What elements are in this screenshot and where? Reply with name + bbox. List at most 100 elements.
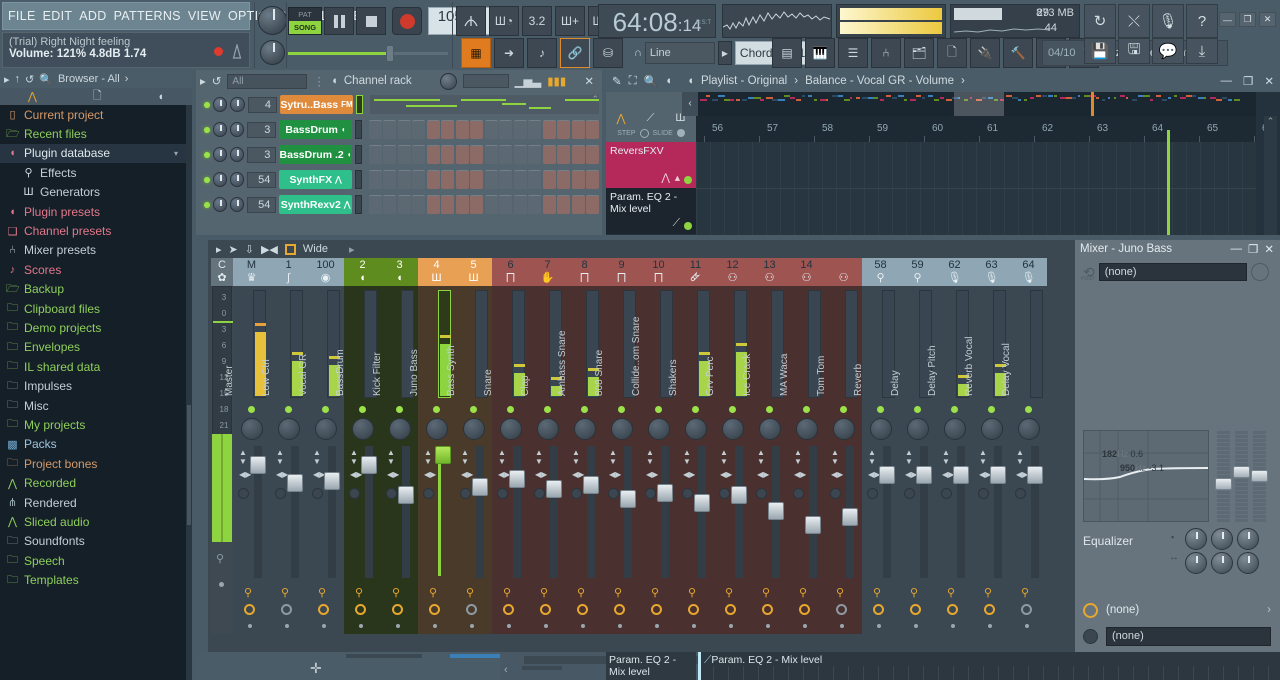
channel-mixer-track[interactable]: 4 bbox=[248, 97, 277, 113]
strip-fader[interactable] bbox=[694, 494, 710, 512]
strip-small-knob[interactable] bbox=[719, 488, 730, 499]
strip-small-knob[interactable] bbox=[238, 488, 249, 499]
snap-select[interactable]: Line bbox=[645, 42, 715, 64]
eye-icon[interactable]: ◉ bbox=[307, 272, 344, 286]
strip-stereo-sep-icon[interactable]: ▲▼ bbox=[239, 448, 247, 466]
mixer-window-icon[interactable]: ⑃ bbox=[871, 38, 901, 68]
rack-input-select[interactable]: (none) bbox=[1099, 263, 1247, 281]
rack-maximize-button[interactable]: ❐ bbox=[1248, 242, 1264, 256]
eq-curve-graph[interactable]: 182Hz 0.6 950Hz -3.1 bbox=[1083, 430, 1209, 522]
step-button[interactable] bbox=[398, 170, 411, 189]
browser-scrollbar[interactable] bbox=[186, 105, 192, 680]
strip-bulb-icon[interactable]: ⚲ bbox=[762, 586, 770, 599]
step-button[interactable] bbox=[369, 170, 382, 189]
step-button[interactable] bbox=[456, 120, 469, 139]
pl-tab-automation-icon[interactable]: ⟋ bbox=[647, 112, 655, 125]
strip-pan-arrows-icon[interactable]: ◀▶ bbox=[461, 470, 473, 479]
strip-fader[interactable] bbox=[879, 466, 895, 484]
strip-fader[interactable] bbox=[435, 446, 451, 464]
strip-name[interactable]: 808 Snare bbox=[594, 296, 605, 396]
mixer-strip-list[interactable]: C✿3036912151821⚲M♛Master▲▼◀▶⚲▲1∫Low Ctrl… bbox=[211, 258, 1077, 634]
strip-stereo-sep-icon[interactable]: ▲▼ bbox=[498, 448, 506, 466]
browser-item-project-bones[interactable]: 🗀Project bones bbox=[0, 454, 186, 473]
strip-name[interactable]: Kick Filter bbox=[372, 296, 383, 396]
step-sequencer[interactable] bbox=[369, 120, 599, 139]
drum-icon[interactable]: ⨅ bbox=[603, 272, 640, 286]
step-button[interactable] bbox=[557, 170, 570, 189]
channel-name-button[interactable]: SynthFX ⋀ bbox=[279, 170, 351, 189]
strip-pan-knob[interactable] bbox=[722, 418, 744, 440]
eq-knob-6[interactable] bbox=[1237, 552, 1259, 574]
strip-fader[interactable] bbox=[768, 502, 784, 520]
strip-enable-led[interactable] bbox=[729, 406, 736, 413]
download-icon[interactable]: ⤓ bbox=[1186, 38, 1218, 64]
strip-stereo-sep-icon[interactable]: ▲▼ bbox=[905, 448, 913, 466]
channel-row[interactable]: 3BassDrum .2 ◖ bbox=[199, 142, 599, 167]
strip-enable-led[interactable] bbox=[359, 406, 366, 413]
strip-small-knob[interactable] bbox=[423, 488, 434, 499]
strip-stereo-sep-icon[interactable]: ▲▼ bbox=[868, 448, 876, 466]
master-pitch-slider[interactable] bbox=[288, 38, 448, 68]
step-button[interactable] bbox=[456, 145, 469, 164]
eq-knob-1[interactable] bbox=[1185, 528, 1207, 550]
mx-menu-arrow-icon[interactable]: ▸ bbox=[216, 243, 222, 256]
step-button[interactable] bbox=[441, 195, 454, 214]
strip-name[interactable]: Delay Pitch bbox=[927, 296, 938, 396]
strip-route-dot[interactable] bbox=[729, 624, 733, 628]
mx-link-icon[interactable]: ▶◀ bbox=[261, 243, 278, 256]
strip-bulb-icon[interactable]: ⚲ bbox=[281, 586, 289, 599]
mx-export-icon[interactable]: ➤ bbox=[229, 243, 238, 256]
browser-item-recent-files[interactable]: 🗁Recent files bbox=[0, 124, 186, 143]
step-button[interactable] bbox=[572, 120, 585, 139]
step-button[interactable] bbox=[572, 170, 585, 189]
strip-route-dot[interactable] bbox=[914, 624, 918, 628]
menu-edit[interactable]: EDIT bbox=[43, 9, 73, 23]
strip-clock-icon[interactable] bbox=[725, 604, 736, 615]
strip-pan-arrows-icon[interactable]: ◀▶ bbox=[831, 470, 843, 479]
playlist-maximize-button[interactable]: ❐ bbox=[1243, 74, 1257, 88]
strip-enable-led[interactable] bbox=[322, 406, 329, 413]
strip-route-dot[interactable] bbox=[803, 624, 807, 628]
strip-small-knob[interactable] bbox=[275, 488, 286, 499]
strip-bulb-icon[interactable]: ⚲ bbox=[466, 586, 474, 599]
strip-route-dot[interactable] bbox=[581, 624, 585, 628]
strip-clock-icon[interactable] bbox=[318, 604, 329, 615]
channel-mute-led[interactable] bbox=[204, 202, 210, 208]
drum-icon[interactable]: ⨅ bbox=[566, 272, 603, 286]
curve-icon[interactable]: ∫ bbox=[270, 272, 307, 286]
channel-pan-knob[interactable] bbox=[213, 172, 227, 187]
cr-undo-icon[interactable]: ↺ bbox=[212, 74, 222, 88]
strip-route-dot[interactable] bbox=[692, 624, 696, 628]
strip-name[interactable]: Ambass Snare bbox=[557, 296, 568, 396]
strip-enable-led[interactable] bbox=[507, 406, 514, 413]
overview-scroll-left[interactable]: ‹ bbox=[682, 92, 698, 116]
cut-icon[interactable]: ⤬ bbox=[1118, 4, 1150, 38]
strip-enable-led[interactable] bbox=[840, 406, 847, 413]
strip-stereo-sep-icon[interactable]: ▲▼ bbox=[461, 448, 469, 466]
rack-minimize-button[interactable]: — bbox=[1231, 243, 1249, 255]
strip-stereo-sep-icon[interactable]: ▲▼ bbox=[609, 448, 617, 466]
strip-small-knob[interactable] bbox=[349, 488, 360, 499]
strip-enable-led[interactable] bbox=[951, 406, 958, 413]
strip-pan-arrows-icon[interactable]: ◀▶ bbox=[535, 470, 547, 479]
step-button[interactable] bbox=[528, 145, 541, 164]
strip-enable-led[interactable] bbox=[618, 406, 625, 413]
strip-bulb-icon[interactable]: ⚲ bbox=[873, 586, 881, 599]
strip-name[interactable]: Delay Vocal bbox=[1001, 296, 1012, 396]
cr-scroll-up-icon[interactable]: ⌃ bbox=[591, 94, 599, 105]
strip-stereo-sep-icon[interactable]: ▲▼ bbox=[572, 448, 580, 466]
send-clock-icon[interactable] bbox=[1083, 603, 1098, 618]
browser-item-generators[interactable]: ШGenerators bbox=[0, 183, 186, 202]
link-tool-icon[interactable]: 🔗 bbox=[560, 38, 590, 68]
step-button[interactable] bbox=[586, 145, 599, 164]
eq-knob-5[interactable] bbox=[1211, 552, 1233, 574]
eq-knob-2[interactable] bbox=[1211, 528, 1233, 550]
step-button[interactable] bbox=[398, 195, 411, 214]
browser-item-envelopes[interactable]: 🗀Envelopes bbox=[0, 338, 186, 357]
strip-fader[interactable] bbox=[1027, 466, 1043, 484]
hint-scroll-left[interactable]: ‹ bbox=[504, 664, 508, 676]
strip-small-knob[interactable] bbox=[793, 488, 804, 499]
cr-graph-icon[interactable]: ▁▅▃ bbox=[515, 74, 542, 88]
step-button[interactable] bbox=[514, 170, 527, 189]
step-button[interactable] bbox=[586, 195, 599, 214]
